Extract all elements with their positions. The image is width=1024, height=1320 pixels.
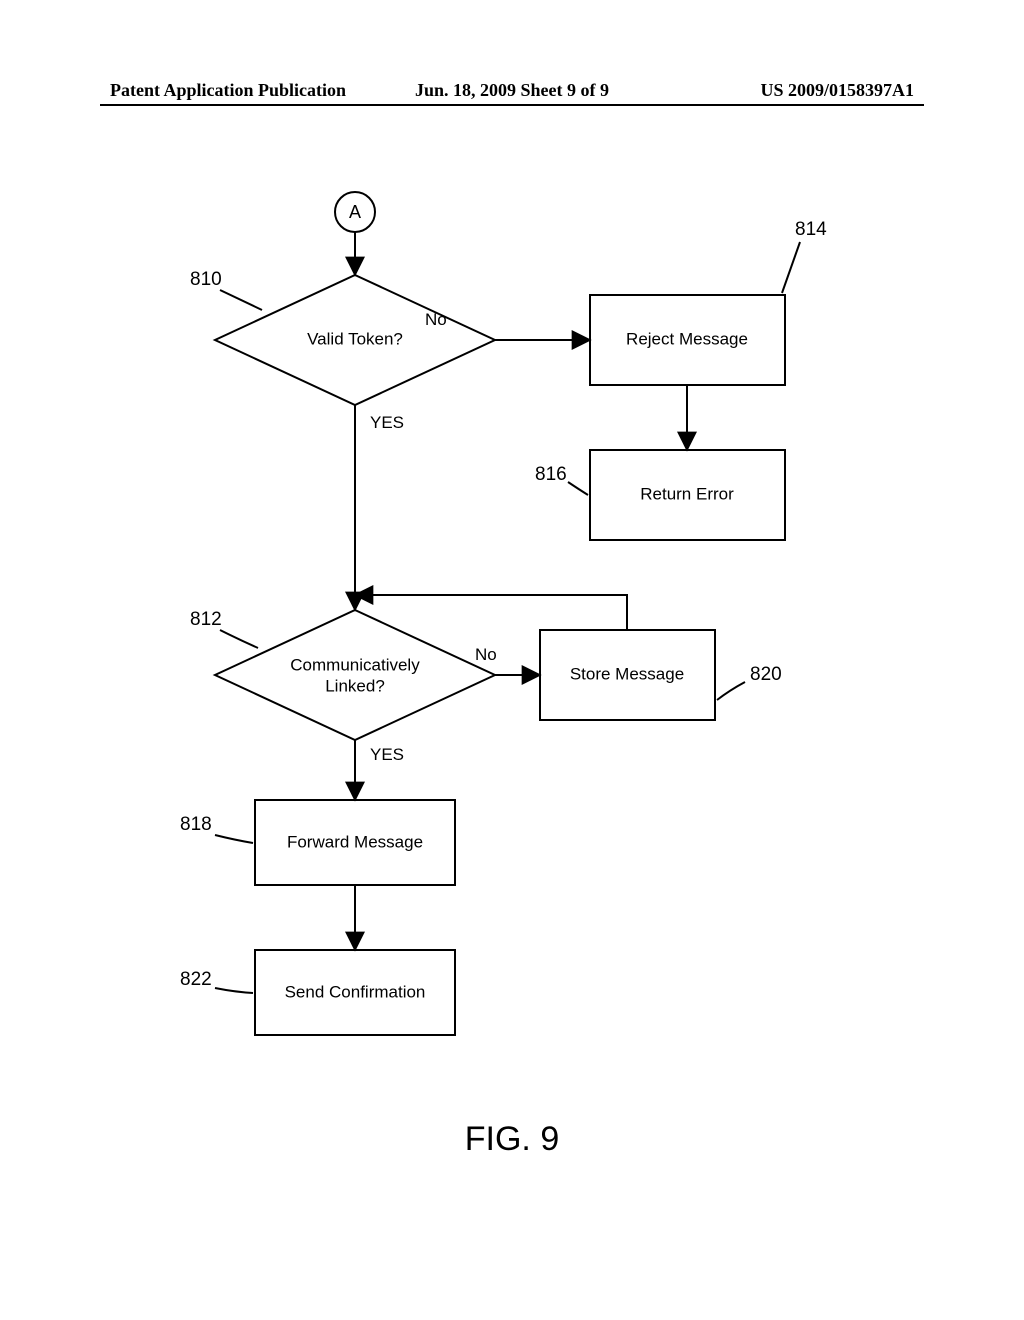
leader-818 xyxy=(215,835,253,843)
header-date-sheet: Jun. 18, 2009 Sheet 9 of 9 xyxy=(415,80,609,101)
box-send-confirmation-text: Send Confirmation xyxy=(285,982,426,1001)
flowchart: A Valid Token? No YES Reject Message Ret… xyxy=(80,150,880,1100)
box-reject-message: Reject Message xyxy=(590,295,785,385)
edge-label-no-1: No xyxy=(425,310,447,329)
decision-comm-linked: Communicatively Linked? xyxy=(215,610,495,740)
leader-810 xyxy=(220,290,262,310)
box-store-message-text: Store Message xyxy=(570,664,684,683)
ref-818: 818 xyxy=(180,814,212,835)
header-rule xyxy=(100,104,924,106)
ref-822: 822 xyxy=(180,969,212,990)
leader-816 xyxy=(568,482,588,495)
ref-814: 814 xyxy=(795,219,827,240)
edge-label-yes-2: YES xyxy=(370,745,404,764)
box-return-error-text: Return Error xyxy=(640,484,734,503)
figure-caption: FIG. 9 xyxy=(0,1120,1024,1159)
header-application: Patent Application Publication xyxy=(110,80,346,101)
leader-822 xyxy=(215,988,253,993)
decision-valid-token: Valid Token? xyxy=(215,275,495,405)
header-pub-number: US 2009/0158397A1 xyxy=(760,80,914,101)
box-forward-message-text: Forward Message xyxy=(287,832,423,851)
box-store-message: Store Message xyxy=(540,630,715,720)
edge-label-yes-1: YES xyxy=(370,413,404,432)
edge-820-loopback xyxy=(355,595,627,630)
decision-comm-linked-line1: Communicatively xyxy=(290,655,420,674)
connector-a-label: A xyxy=(349,202,361,222)
box-return-error: Return Error xyxy=(590,450,785,540)
ref-812: 812 xyxy=(190,609,222,630)
ref-810: 810 xyxy=(190,269,222,290)
leader-812 xyxy=(220,630,258,648)
edge-label-no-2: No xyxy=(475,645,497,664)
leader-820 xyxy=(717,682,745,700)
decision-comm-linked-line2: Linked? xyxy=(325,676,385,695)
connector-a: A xyxy=(335,192,375,232)
box-send-confirmation: Send Confirmation xyxy=(255,950,455,1035)
leader-814 xyxy=(782,242,800,293)
box-forward-message: Forward Message xyxy=(255,800,455,885)
ref-816: 816 xyxy=(535,464,567,485)
decision-valid-token-text: Valid Token? xyxy=(307,329,403,348)
box-reject-message-text: Reject Message xyxy=(626,329,748,348)
ref-820: 820 xyxy=(750,664,782,685)
